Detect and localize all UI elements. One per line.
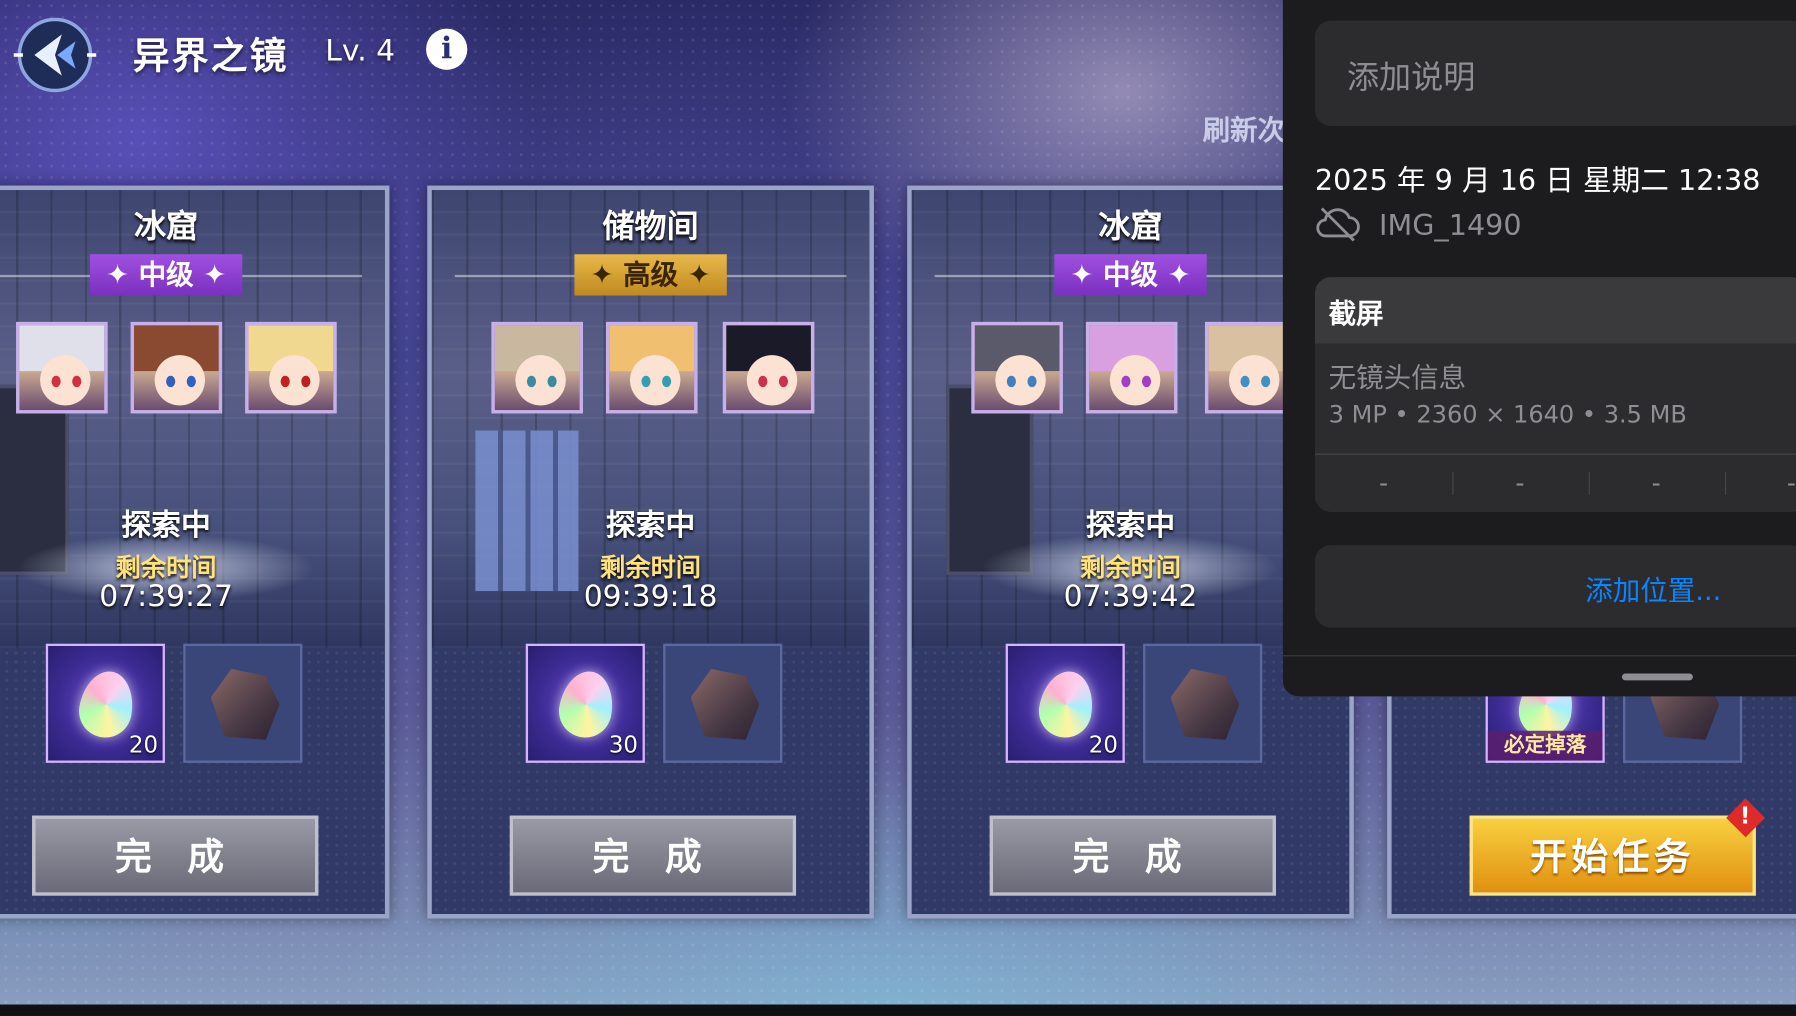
character-avatar <box>1085 321 1178 414</box>
character-avatar <box>130 321 223 414</box>
exif-section: 截屏 无镜头信息 3 MP • 2360 × 1640 • 3.5 MB - -… <box>1314 277 1796 512</box>
cloud-off-icon <box>1315 204 1361 243</box>
reward-count: 30 <box>608 730 638 759</box>
ore-icon <box>690 668 760 740</box>
exif-value: - <box>1515 469 1525 499</box>
ore-reward[interactable] <box>1143 643 1263 763</box>
remaining-time: 09:39:18 <box>583 579 718 614</box>
gem-reward[interactable]: 20 <box>1005 643 1125 763</box>
character-avatar <box>971 321 1063 414</box>
exif-value: - <box>1651 469 1661 499</box>
mission-card: 冰窟 ✦ 中级 ✦ 探索中 剩余时间 07:39:27 20 完 成 <box>0 185 390 919</box>
add-location-label: 添加位置... <box>1585 574 1722 608</box>
level-label: Lv. 4 <box>325 34 396 69</box>
alert-badge-text: ! <box>1739 801 1751 830</box>
back-logo-icon[interactable] <box>11 16 98 94</box>
photo-filename: IMG_1490 <box>1379 208 1522 242</box>
rank-badge: ✦ 中级 ✦ <box>1054 254 1207 296</box>
lens-info: 无镜头信息 <box>1328 361 1467 395</box>
refresh-count-label: 刷新次 <box>1202 114 1286 147</box>
guaranteed-drop-tag: 必定掉落 <box>1487 730 1603 761</box>
ore-icon <box>1170 668 1240 740</box>
status-label: 探索中 <box>605 508 696 543</box>
ore-reward[interactable] <box>663 643 783 763</box>
exif-value: - <box>1786 469 1796 499</box>
drag-handle[interactable] <box>1621 673 1693 681</box>
character-avatar <box>245 321 337 414</box>
character-avatar <box>491 321 584 414</box>
photo-datetime: 2025 年 9 月 16 日 星期二 12:38 <box>1314 163 1761 198</box>
photo-info-panel: 添加说明 2025 年 9 月 16 日 星期二 12:38 IMG_1490 … <box>1282 0 1796 697</box>
rank-badge: ✦ 中级 ✦ <box>89 254 243 296</box>
character-avatar <box>605 321 698 414</box>
complete-button[interactable]: 完 成 <box>989 815 1276 896</box>
page-title: 异界之镜 <box>132 34 289 78</box>
add-location-button[interactable]: 添加位置... <box>1314 545 1796 628</box>
image-specs: 3 MP • 2360 × 1640 • 3.5 MB <box>1328 400 1687 429</box>
mission-card: 储物间 ✦ 高级 ✦ 探索中 剩余时间 09:39:18 30 完 成 <box>427 185 874 919</box>
gem-reward[interactable]: 30 <box>525 643 645 763</box>
gem-reward[interactable]: 20 <box>45 643 165 763</box>
start-mission-button[interactable]: 开始任务 <box>1469 815 1756 896</box>
ore-reward[interactable] <box>183 643 303 763</box>
reward-count: 20 <box>128 730 159 759</box>
remaining-time: 07:39:27 <box>99 579 233 614</box>
character-avatar <box>16 321 108 414</box>
caption-placeholder: 添加说明 <box>1346 58 1476 97</box>
ore-icon <box>210 668 280 740</box>
info-icon[interactable]: i <box>426 28 468 70</box>
exif-value: - <box>1379 469 1389 499</box>
exif-title: 截屏 <box>1328 297 1384 330</box>
reward-count: 20 <box>1088 730 1118 759</box>
complete-button[interactable]: 完 成 <box>509 815 797 896</box>
caption-field[interactable]: 添加说明 <box>1314 20 1796 126</box>
character-avatar <box>722 321 815 414</box>
complete-button[interactable]: 完 成 <box>32 815 319 896</box>
status-label: 探索中 <box>121 508 211 543</box>
card-location: 冰窟 <box>133 207 199 246</box>
rank-badge: ✦ 高级 ✦ <box>574 254 727 296</box>
card-location: 储物间 <box>602 207 699 246</box>
